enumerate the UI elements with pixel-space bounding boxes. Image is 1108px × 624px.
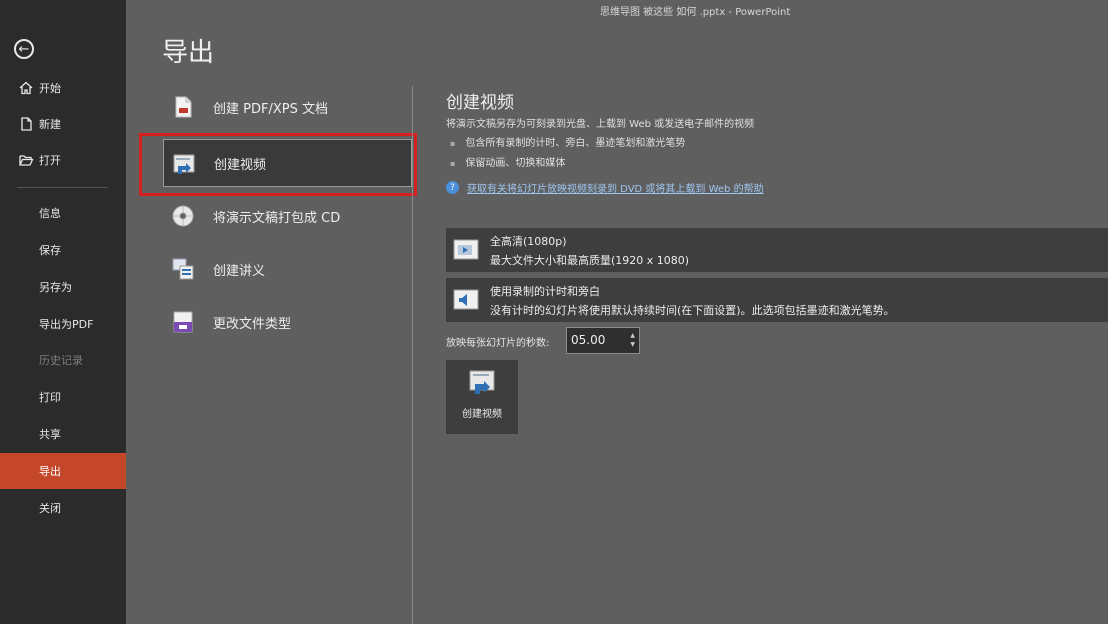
feature-bullet: 保留动画、切换和媒体 [450, 154, 565, 169]
page-title: 导出 [162, 38, 215, 68]
nav-label: 打开 [39, 154, 61, 167]
create-video-button[interactable]: 创建视频 [446, 360, 518, 434]
file-type-icon [173, 311, 193, 333]
nav-label: 关闭 [39, 502, 61, 515]
seconds-value: 05.00 [571, 333, 606, 347]
spinner-down-icon[interactable]: ▼ [630, 340, 635, 349]
back-arrow-icon: ← [18, 41, 30, 57]
cd-icon [172, 205, 194, 227]
export-option-label: 创建讲义 [213, 263, 266, 279]
section-description: 将演示文稿另存为可刻录到光盘、上载到 Web 或发送电子邮件的视频 [446, 119, 755, 130]
nav-item-home[interactable]: 开始 [0, 70, 126, 106]
quality-title: 全高清(1080p) [490, 235, 567, 248]
home-icon [19, 81, 33, 95]
nav-label: 打印 [39, 391, 61, 404]
back-button[interactable]: ← [14, 39, 34, 59]
pdf-document-icon [175, 96, 192, 118]
feature-bullet: 包含所有录制的计时、旁白、墨迹笔划和激光笔势 [450, 134, 685, 149]
nav-item-history: 历史记录 [0, 342, 126, 378]
narration-icon [453, 289, 479, 310]
nav-item-close[interactable]: 关闭 [0, 490, 126, 526]
nav-label: 导出为PDF [39, 318, 94, 331]
nav-item-export[interactable]: 导出 [0, 453, 126, 489]
export-option-label: 创建 PDF/XPS 文档 [213, 101, 328, 117]
video-icon [173, 154, 195, 174]
nav-label: 新建 [39, 118, 61, 131]
nav-label: 另存为 [39, 281, 72, 294]
nav-item-export-pdf[interactable]: 导出为PDF [0, 306, 126, 342]
nav-label: 保存 [39, 244, 61, 257]
panel-divider [412, 86, 413, 624]
nav-label: 导出 [39, 465, 61, 478]
quality-subtitle: 最大文件大小和最高质量(1920 x 1080) [490, 254, 690, 267]
spinner-arrows[interactable]: ▲ ▼ [630, 331, 635, 349]
create-video-label: 创建视频 [462, 409, 502, 420]
timings-dropdown[interactable]: 使用录制的计时和旁白 没有计时的幻灯片将使用默认持续时间(在下面设置)。此选项包… [446, 278, 1108, 322]
nav-label: 历史记录 [39, 354, 83, 367]
timings-title: 使用录制的计时和旁白 [490, 285, 600, 298]
nav-divider [17, 187, 108, 188]
help-link-text: 获取有关将幻灯片放映视频刻录到 DVD 或将其上载到 Web 的帮助 [467, 184, 764, 195]
video-icon [469, 370, 495, 394]
nav-item-print[interactable]: 打印 [0, 379, 126, 415]
window-title: 思维导图 被这些 如何 .pptx - PowerPoint [600, 7, 791, 18]
export-option-label: 创建视频 [214, 157, 267, 173]
nav-item-open[interactable]: 打开 [0, 142, 126, 178]
nav-label: 共享 [39, 428, 61, 441]
new-file-icon [21, 117, 32, 131]
export-option-handout[interactable]: 创建讲义 [163, 245, 412, 293]
quality-dropdown[interactable]: 全高清(1080p) 最大文件大小和最高质量(1920 x 1080) [446, 228, 1108, 272]
section-title: 创建视频 [446, 93, 514, 113]
export-option-change-type[interactable]: 更改文件类型 [163, 298, 412, 346]
export-option-label: 将演示文稿打包成 CD [213, 210, 341, 226]
timings-subtitle: 没有计时的幻灯片将使用默认持续时间(在下面设置)。此选项包括墨迹和激光笔势。 [490, 304, 895, 317]
export-option-cd[interactable]: 将演示文稿打包成 CD [163, 192, 412, 240]
nav-item-new[interactable]: 新建 [0, 106, 126, 142]
export-option-pdf[interactable]: 创建 PDF/XPS 文档 [163, 83, 412, 131]
seconds-per-slide-spinner[interactable]: 05.00 ▲ ▼ [566, 327, 640, 354]
nav-label: 信息 [39, 207, 61, 220]
spinner-up-icon[interactable]: ▲ [630, 331, 635, 340]
folder-open-icon [19, 155, 34, 166]
nav-item-info[interactable]: 信息 [0, 195, 126, 231]
nav-item-save[interactable]: 保存 [0, 232, 126, 268]
nav-item-save-as[interactable]: 另存为 [0, 269, 126, 305]
handout-icon [172, 258, 194, 280]
video-quality-icon [453, 239, 479, 260]
seconds-per-slide-label: 放映每张幻灯片的秒数: [446, 338, 550, 349]
nav-item-share[interactable]: 共享 [0, 416, 126, 452]
backstage-sidebar: ← 开始 新建 打开 信息 保存 另存为 导出为PDF 历史记录 打印 共享 导… [0, 0, 126, 624]
help-link[interactable]: ? 获取有关将幻灯片放映视频刻录到 DVD 或将其上载到 Web 的帮助 [446, 180, 764, 195]
export-option-video[interactable]: 创建视频 [163, 139, 412, 187]
export-option-label: 更改文件类型 [213, 316, 292, 332]
help-question-icon: ? [446, 181, 459, 194]
nav-label: 开始 [39, 82, 61, 95]
